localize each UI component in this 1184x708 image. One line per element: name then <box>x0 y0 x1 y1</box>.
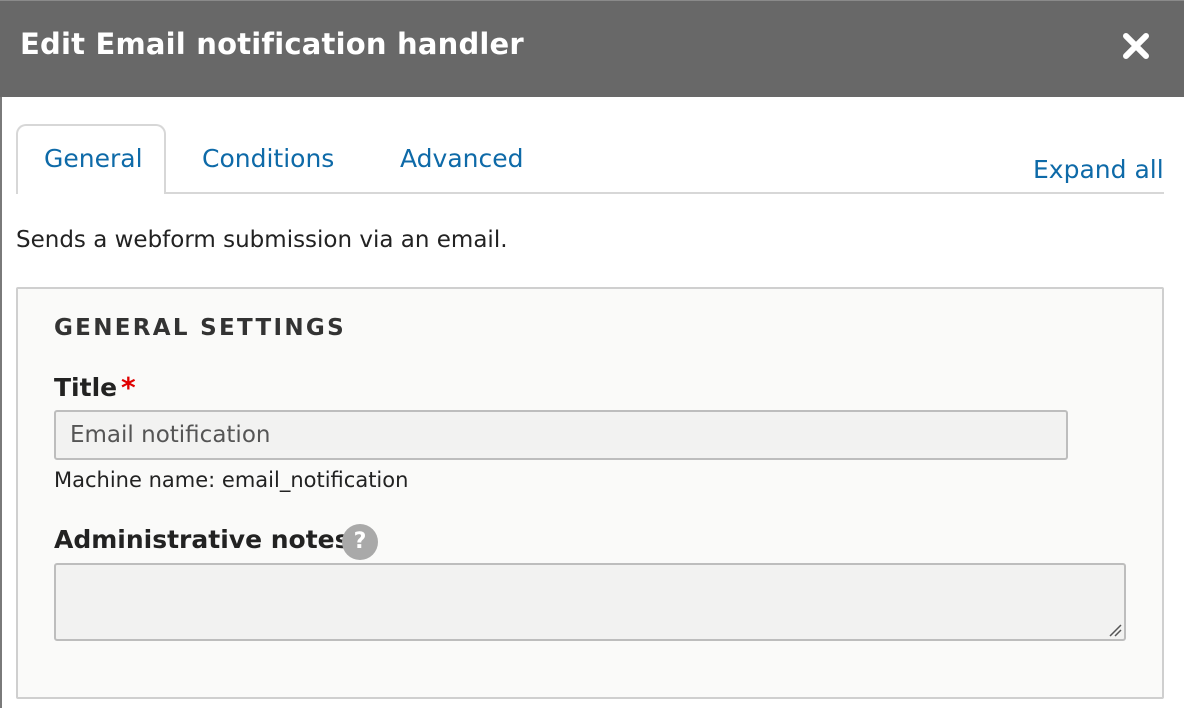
machine-name-label: Machine name: <box>54 468 216 492</box>
title-label: Title <box>54 373 118 402</box>
machine-name-value[interactable]: email_notification <box>222 468 409 492</box>
machine-name: Machine name: email_notification <box>54 468 408 492</box>
tab-general[interactable]: General <box>44 144 143 173</box>
general-settings-legend: GENERAL SETTINGS <box>54 315 346 341</box>
edit-handler-dialog: Edit Email notification handler General … <box>0 0 1184 708</box>
resize-handle-icon[interactable] <box>1108 623 1122 637</box>
dialog-left-edge <box>0 97 2 708</box>
required-marker: * <box>121 371 136 404</box>
title-input[interactable] <box>54 410 1068 460</box>
close-icon[interactable] <box>1116 26 1156 66</box>
expand-all-link[interactable]: Expand all <box>1033 155 1164 184</box>
dialog-title: Edit Email notification handler <box>20 27 524 61</box>
administrative-notes-textarea[interactable] <box>54 563 1126 641</box>
tabs-divider <box>16 192 1164 194</box>
help-icon[interactable]: ? <box>342 524 378 560</box>
dialog-titlebar: Edit Email notification handler <box>0 0 1184 97</box>
tab-conditions[interactable]: Conditions <box>202 144 334 173</box>
administrative-notes-label: Administrative notes <box>54 525 350 554</box>
handler-description: Sends a webform submission via an email. <box>16 227 508 253</box>
tab-advanced[interactable]: Advanced <box>400 144 524 173</box>
